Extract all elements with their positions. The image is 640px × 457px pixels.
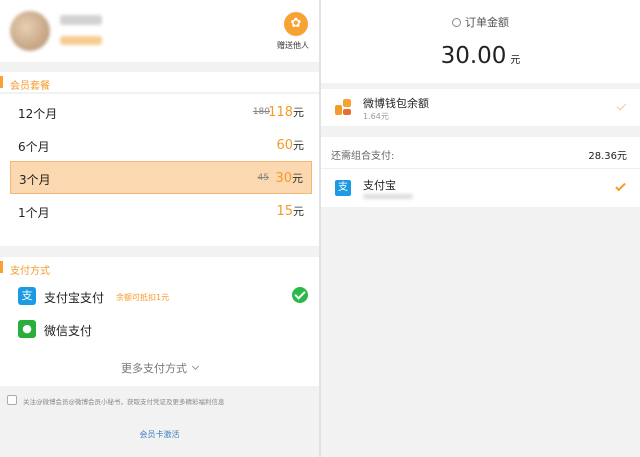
- section-title: 支付方式: [10, 266, 50, 277]
- plan-price: 15元: [276, 204, 304, 219]
- account-blurred: [363, 194, 413, 199]
- agreement-text: 关注@微博会员@微博会员小秘书，获取支付凭证及更多精彩福利信息: [23, 398, 225, 406]
- remaining-amount: 28.36元: [588, 151, 627, 162]
- alipay-icon: 支: [18, 287, 36, 305]
- gift-label: 赠送他人: [277, 41, 309, 50]
- user-status-blurred: [60, 36, 102, 45]
- agreement-row: 关注@微博会员@微博会员小秘书，获取支付凭证及更多精彩福利信息: [7, 395, 313, 407]
- original-price: 45: [257, 173, 269, 183]
- order-payment-panel: 订单金额 30.00 元 微博钱包余额 1.64元 还需组合支付: 28.36元 …: [321, 0, 640, 457]
- plan-3-months[interactable]: 3个月 45 30元: [10, 161, 312, 194]
- wallet-balance: 1.64元: [363, 112, 389, 121]
- membership-purchase-panel: ✿ 赠送他人 会员套餐 12个月 180 118元 6个月 60元 3个月 45…: [0, 0, 319, 457]
- alipay-icon: 支: [335, 180, 351, 196]
- wallet-icon: [335, 99, 351, 115]
- payment-section-header: 支付方式: [0, 257, 319, 277]
- avatar: [10, 11, 50, 51]
- username-blurred: [60, 15, 102, 25]
- section-title: 会员套餐: [10, 81, 50, 92]
- plan-price: 60元: [276, 138, 304, 153]
- order-amount: 30.00 元: [440, 43, 521, 69]
- info-icon: [452, 18, 461, 27]
- payment-methods: 支 支付宝支付 余额可抵扣1元 ● 微信支付 更多支付方式: [0, 276, 319, 386]
- gift-icon: ✿: [284, 12, 308, 36]
- check-icon: [292, 287, 308, 303]
- combined-payment: 还需组合支付: 28.36元 支 支付宝: [321, 137, 640, 207]
- order-summary: 订单金额 30.00 元: [321, 0, 640, 83]
- order-amount-label: 订单金额: [321, 14, 640, 30]
- plan-price: 118元: [268, 105, 304, 120]
- agreement-checkbox[interactable]: [7, 395, 17, 405]
- wechat-icon: ●: [18, 320, 36, 338]
- membership-section-header: 会员套餐: [0, 72, 319, 92]
- check-icon: [615, 180, 626, 192]
- plan-1-month[interactable]: 1个月 15元: [10, 195, 312, 228]
- payment-alipay[interactable]: 支 支付宝支付 余额可抵扣1元: [18, 286, 314, 310]
- gift-button[interactable]: ✿ 赠送他人: [277, 12, 314, 51]
- alipay-option-label[interactable]: 支付宝: [363, 177, 396, 193]
- promo-text: 余额可抵扣1元: [116, 293, 170, 302]
- more-payment-methods[interactable]: 更多支付方式: [0, 360, 319, 376]
- payment-wechat[interactable]: ● 微信支付: [18, 319, 314, 343]
- plan-12-months[interactable]: 12个月 180 118元: [10, 96, 312, 129]
- user-header: ✿ 赠送他人: [0, 0, 319, 62]
- wallet-balance-option[interactable]: 微博钱包余额 1.64元: [321, 89, 640, 126]
- plan-price: 30元: [275, 171, 303, 186]
- plan-6-months[interactable]: 6个月 60元: [10, 129, 312, 162]
- chevron-down-icon: [191, 362, 200, 371]
- plan-list: 12个月 180 118元 6个月 60元 3个月 45 30元 1个月 15元: [0, 94, 319, 246]
- activate-card-link[interactable]: 会员卡激活: [0, 429, 319, 440]
- check-icon: [616, 100, 627, 111]
